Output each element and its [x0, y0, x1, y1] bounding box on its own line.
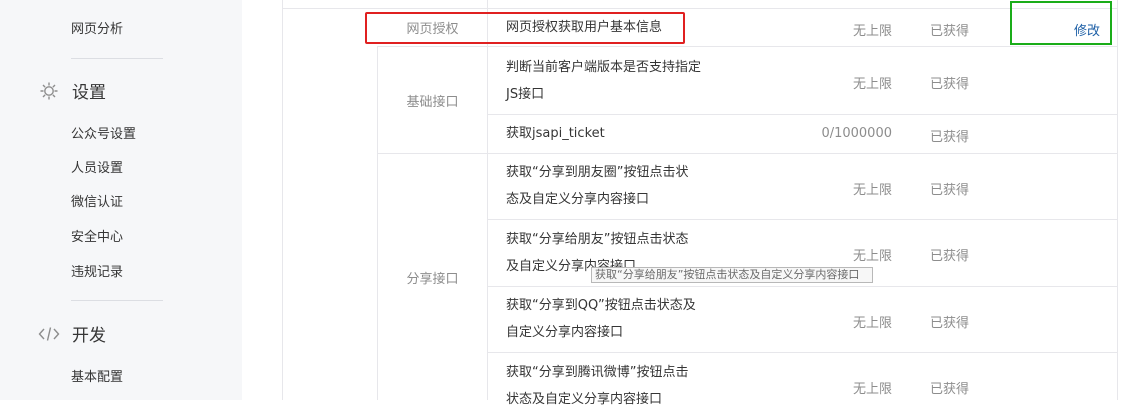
sidebar-group-settings-label: 设置 — [72, 83, 106, 103]
table-cell-status: 已获得 — [930, 77, 970, 92]
table-cell-status: 已获得 — [930, 382, 970, 397]
table-cell-status: 已获得 — [930, 249, 970, 264]
table-cell-limit: 无上限 — [852, 316, 892, 331]
table-divider — [487, 352, 1118, 353]
table-cell-interface[interactable]: 获取“分享到QQ”按钮点击状态及自定义分享内容接口 — [506, 292, 698, 346]
sidebar-item-violation-records[interactable]: 违规记录 — [71, 261, 123, 280]
table-cell-status: 已获得 — [930, 130, 970, 145]
sidebar-divider — [71, 300, 163, 301]
table-cell-interface[interactable]: 判断当前客户端版本是否支持指定JS接口 — [506, 54, 704, 108]
sidebar-item-staff-settings[interactable]: 人员设置 — [71, 157, 123, 176]
table-cell-limit: 无上限 — [852, 24, 892, 39]
table-border — [487, 0, 488, 400]
table-cell-limit: 无上限 — [852, 249, 892, 264]
table-cell-category: 基础接口 — [406, 94, 459, 110]
sidebar-item-web-analytics[interactable]: 网页分析 — [71, 18, 123, 37]
sidebar-divider — [71, 58, 163, 59]
table-divider — [487, 219, 1118, 220]
gear-icon — [38, 80, 60, 102]
sidebar: 网页分析 设置 公众号设置 人员设置 微信认证 安全中心 违规记录 开发 基本配… — [0, 0, 242, 400]
table-cell-status: 已获得 — [930, 183, 970, 198]
tooltip: 获取“分享给朋友”按钮点击状态及自定义分享内容接口 — [591, 267, 873, 283]
table-cell-interface[interactable]: 获取“分享到腾讯微博”按钮点击状态及自定义分享内容接口 — [506, 359, 698, 413]
table-cell-status: 已获得 — [930, 24, 970, 39]
table-divider — [377, 153, 1118, 154]
table-cell-interface[interactable]: 获取jsapi_ticket — [506, 120, 706, 147]
table-divider — [377, 46, 1118, 47]
sidebar-group-develop-label: 开发 — [72, 326, 106, 346]
code-icon — [38, 323, 60, 345]
table-border — [282, 0, 283, 400]
table-cell-limit: 0/1000000 — [821, 126, 892, 141]
table-border — [1117, 0, 1118, 400]
table-divider — [487, 286, 1118, 287]
table-cell-limit: 无上限 — [852, 183, 892, 198]
sidebar-group-settings[interactable]: 设置 — [38, 78, 106, 103]
highlight-green-box — [1010, 1, 1112, 45]
sidebar-item-wechat-verification[interactable]: 微信认证 — [71, 191, 123, 210]
sidebar-item-security-center[interactable]: 安全中心 — [71, 226, 123, 245]
table-divider — [487, 114, 1118, 115]
table-cell-limit: 无上限 — [852, 77, 892, 92]
table-cell-limit: 无上限 — [852, 382, 892, 397]
sidebar-item-basic-config[interactable]: 基本配置 — [71, 366, 123, 385]
table-cell-category: 分享接口 — [406, 271, 459, 287]
sidebar-item-account-settings[interactable]: 公众号设置 — [71, 123, 136, 142]
table-cell-status: 已获得 — [930, 316, 970, 331]
highlight-red-box — [365, 12, 685, 44]
sidebar-group-develop[interactable]: 开发 — [38, 321, 106, 346]
table-cell-interface[interactable]: 获取“分享到朋友圈”按钮点击状态及自定义分享内容接口 — [506, 159, 696, 213]
